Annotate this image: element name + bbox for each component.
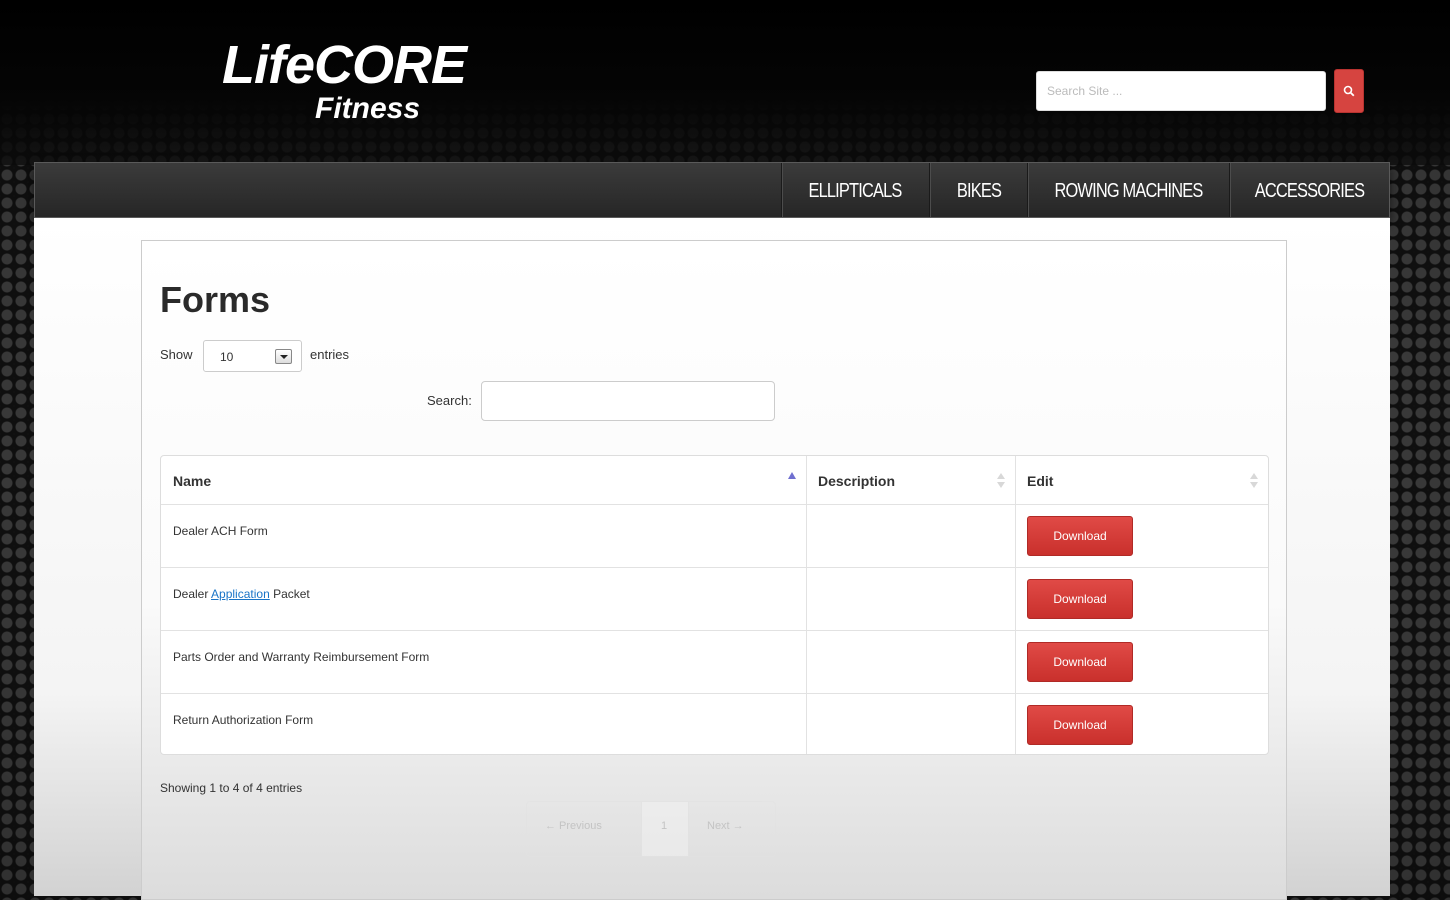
site-search-button[interactable] [1334,69,1364,113]
row-divider [161,567,1268,568]
sort-ascending-icon[interactable] [788,472,796,479]
download-button[interactable]: Download [1027,516,1133,556]
nav-item-bikes[interactable]: BIKES [939,163,1019,217]
entries-select-value: 10 [220,350,234,364]
pagination: ← Previous 1 Next → [526,801,776,857]
site-search-input[interactable] [1036,71,1326,111]
main-nav: ELLIPTICALS BIKES ROWING MACHINES ACCESS… [34,162,1390,218]
nav-separator [929,163,931,217]
logo-main-text: LifeCORE [222,35,467,95]
previous-page-button[interactable]: ← Previous [545,820,602,832]
table-search-label: Search: [427,393,472,408]
page-title: Forms [160,279,271,320]
form-name-suffix: Packet [269,587,310,601]
forms-table: Name Description Edit Dealer ACH Form Do… [160,455,1269,755]
form-name: Dealer ACH Form [173,524,268,538]
table-search-input[interactable] [481,381,775,421]
logo-sub-text: Fitness [315,92,421,125]
nav-separator [1229,163,1231,217]
entries-per-page-select[interactable]: 10 [203,340,302,372]
form-name: Parts Order and Warranty Reimbursement F… [173,650,430,664]
download-button[interactable]: Download [1027,705,1133,745]
nav-separator [1027,163,1029,217]
sort-icon[interactable] [1250,473,1258,489]
download-button[interactable]: Download [1027,579,1133,619]
nav-separator [781,163,783,217]
sort-icon[interactable] [997,473,1005,489]
show-label: Show [160,347,193,362]
row-divider [161,630,1268,631]
form-name: Return Authorization Form [173,713,314,727]
current-page-number: 1 [661,820,668,832]
download-button[interactable]: Download [1027,642,1133,682]
column-header-name[interactable]: Name [173,473,211,489]
nav-item-rowing-machines[interactable]: ROWING MACHINES [1046,163,1211,217]
row-divider [161,693,1268,694]
search-icon [1343,85,1355,97]
application-link[interactable]: Application [211,587,270,601]
page-1-button[interactable]: 1 [641,802,689,856]
lifecore-logo[interactable]: LifeCORE Fitness [222,38,602,148]
nav-item-ellipticals[interactable]: ELLIPTICALS [794,163,915,217]
form-name: Dealer Application Packet [173,587,310,601]
entries-label: entries [310,347,350,362]
column-header-description[interactable]: Description [818,473,895,489]
nav-item-accessories[interactable]: ACCESSORIES [1244,163,1374,217]
column-divider [1015,456,1016,754]
next-page-button[interactable]: Next → [707,820,744,832]
table-info-text: Showing 1 to 4 of 4 entries [160,781,303,795]
form-name-prefix: Dealer [173,587,212,601]
row-divider [161,504,1268,505]
chevron-down-icon[interactable] [275,349,292,364]
column-header-edit[interactable]: Edit [1027,473,1053,489]
column-divider [806,456,807,754]
